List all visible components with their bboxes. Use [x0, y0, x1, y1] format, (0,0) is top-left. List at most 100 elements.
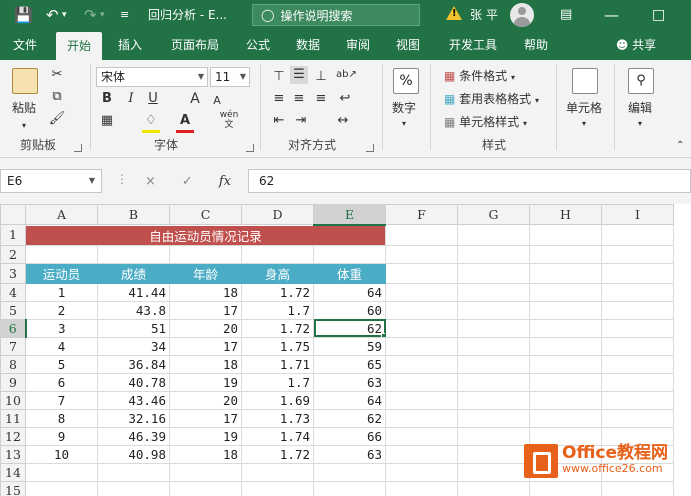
cell[interactable] — [457, 462, 530, 482]
cell[interactable] — [457, 318, 530, 338]
cell[interactable] — [385, 408, 458, 428]
cell[interactable]: 10 — [25, 444, 98, 464]
select-all-corner[interactable] — [0, 204, 26, 225]
cell[interactable]: 60 — [313, 300, 386, 320]
cell[interactable] — [169, 480, 242, 496]
underline-button[interactable]: U — [144, 90, 162, 108]
cell[interactable]: 59 — [313, 336, 386, 356]
column-header[interactable]: D — [241, 204, 314, 225]
cell[interactable]: 66 — [313, 426, 386, 446]
cell[interactable] — [457, 444, 530, 464]
cell[interactable] — [457, 244, 530, 264]
cell[interactable]: 34 — [97, 336, 170, 356]
ribbon-display-icon[interactable]: ▤ — [560, 0, 572, 30]
cell[interactable] — [385, 318, 458, 338]
save-icon[interactable]: 💾 — [14, 0, 33, 30]
cell[interactable] — [169, 244, 242, 264]
merge-center-icon[interactable]: ↔ — [334, 112, 352, 130]
maximize-icon[interactable]: □ — [652, 0, 665, 30]
cell[interactable] — [529, 336, 602, 356]
row-header[interactable]: 6 — [0, 318, 27, 338]
cell[interactable]: 7 — [25, 390, 98, 410]
warning-icon[interactable]: ! — [446, 6, 462, 20]
paste-icon[interactable] — [12, 68, 38, 94]
column-header[interactable]: E — [313, 204, 386, 226]
row-header[interactable]: 3 — [0, 262, 26, 284]
cell[interactable] — [529, 480, 602, 496]
cell[interactable] — [97, 480, 170, 496]
cell[interactable] — [25, 244, 98, 264]
tab-view[interactable]: 视图 — [388, 30, 428, 60]
cell[interactable] — [529, 282, 602, 302]
cell[interactable] — [385, 372, 458, 392]
align-center-icon[interactable]: ≡ — [290, 90, 308, 108]
cell[interactable] — [601, 336, 674, 356]
table-header-cell[interactable]: 身高 — [241, 262, 314, 284]
cell[interactable]: 19 — [169, 372, 242, 392]
tab-help[interactable]: 帮助 — [516, 30, 556, 60]
decrease-font-button[interactable]: A — [208, 92, 226, 110]
collapse-ribbon-icon[interactable]: ⌃ — [676, 138, 684, 154]
tab-file[interactable]: 文件 — [6, 30, 44, 60]
cell[interactable]: 1.72 — [241, 282, 314, 302]
cell[interactable]: 41.44 — [97, 282, 170, 302]
cell[interactable] — [385, 354, 458, 374]
cell[interactable] — [529, 244, 602, 264]
sheet-title-cell[interactable]: 自由运动员情况记录 — [25, 224, 386, 246]
cell[interactable]: 5 — [25, 354, 98, 374]
tab-data[interactable]: 数据 — [288, 30, 328, 60]
active-cell[interactable]: 62 — [313, 318, 386, 338]
paste-dropdown-icon[interactable]: ▾ — [22, 118, 26, 134]
table-header-cell[interactable]: 体重 — [313, 262, 386, 284]
cell[interactable]: 20 — [169, 390, 242, 410]
cell[interactable]: 1.7 — [241, 300, 314, 320]
conditional-formatting-button[interactable]: ▦ 条件格式 ▾ — [444, 68, 515, 86]
undo-dropdown-icon[interactable]: ▾ — [62, 0, 67, 30]
cell[interactable] — [601, 390, 674, 410]
format-as-table-button[interactable]: ▦ 套用表格格式 ▾ — [444, 91, 539, 109]
row-header[interactable]: 7 — [0, 336, 26, 356]
cell[interactable]: 40.98 — [97, 444, 170, 464]
decrease-indent-icon[interactable]: ⇤ — [270, 112, 288, 130]
cell[interactable]: 62 — [313, 408, 386, 428]
align-top-icon[interactable]: ⊤ — [270, 68, 288, 86]
cell[interactable] — [385, 300, 458, 320]
cell[interactable] — [457, 390, 530, 410]
cell[interactable]: 51 — [97, 318, 170, 338]
column-header[interactable]: G — [457, 204, 530, 225]
font-size-combo[interactable]: 11 ▼ — [210, 67, 250, 87]
cell[interactable] — [457, 224, 530, 246]
cell[interactable]: 2 — [25, 300, 98, 320]
align-bottom-icon[interactable]: ⊥ — [312, 68, 330, 86]
cell[interactable]: 18 — [169, 354, 242, 374]
tab-home[interactable]: 开始 — [56, 32, 102, 60]
tab-page-layout[interactable]: 页面布局 — [160, 30, 230, 60]
cell[interactable]: 43.8 — [97, 300, 170, 320]
align-middle-icon[interactable]: ☰ — [290, 66, 308, 84]
cell[interactable] — [385, 426, 458, 446]
cell[interactable]: 1.75 — [241, 336, 314, 356]
cell[interactable] — [601, 262, 674, 284]
share-button[interactable]: ☻ 共享 — [608, 30, 664, 60]
cell[interactable]: 17 — [169, 300, 242, 320]
column-header[interactable]: F — [385, 204, 458, 225]
cell-styles-button[interactable]: ▦ 单元格样式 ▾ — [444, 114, 527, 132]
clipboard-launcher-icon[interactable] — [74, 144, 82, 152]
cell[interactable]: 1 — [25, 282, 98, 302]
cell[interactable]: 46.39 — [97, 426, 170, 446]
editing-button[interactable]: 编辑 — [628, 100, 652, 116]
font-name-combo[interactable]: 宋体 ▼ — [96, 67, 208, 87]
cell[interactable] — [601, 224, 674, 246]
borders-icon[interactable]: ▦ — [98, 112, 116, 130]
cell[interactable]: 1.73 — [241, 408, 314, 428]
cell[interactable] — [313, 480, 386, 496]
row-header[interactable]: 5 — [0, 300, 26, 320]
copy-icon[interactable]: ⧉ — [48, 88, 66, 106]
row-header[interactable]: 8 — [0, 354, 26, 374]
cell[interactable] — [457, 282, 530, 302]
name-box[interactable]: E6 ▼ — [0, 169, 102, 193]
column-header[interactable]: H — [529, 204, 602, 225]
cell[interactable]: 64 — [313, 282, 386, 302]
cell[interactable] — [385, 444, 458, 464]
cell[interactable] — [385, 244, 458, 264]
